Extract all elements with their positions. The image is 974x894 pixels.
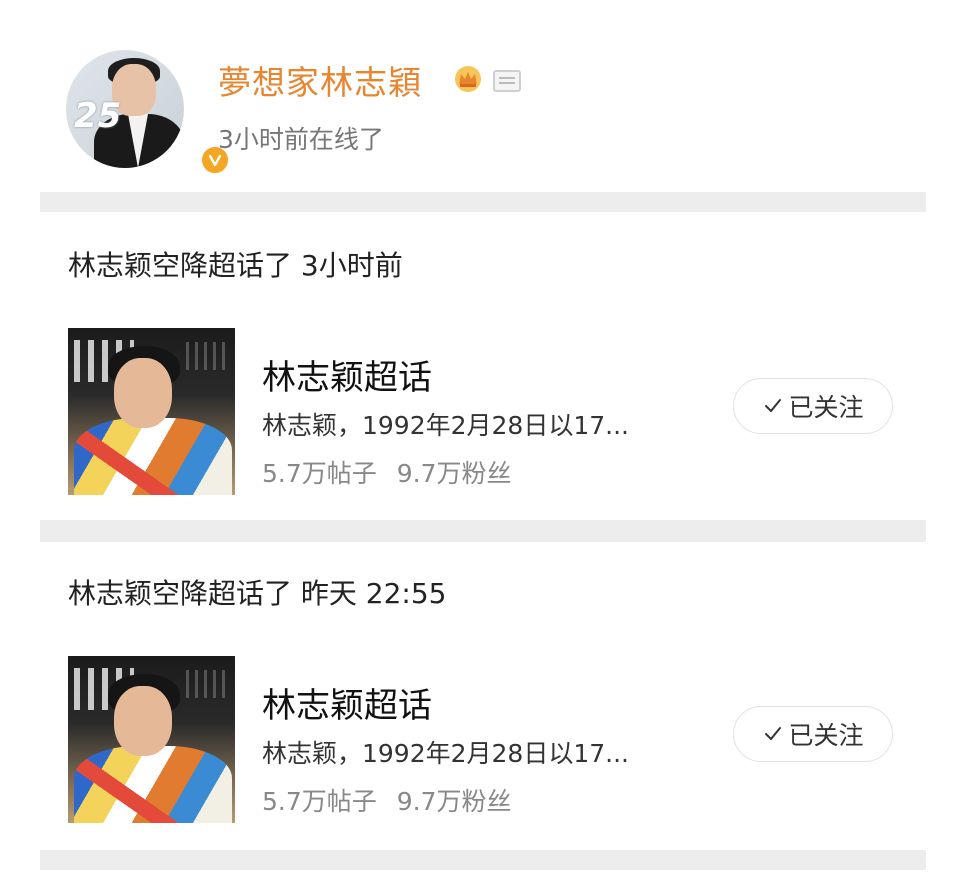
thumb-face [114,358,172,428]
posts-count: 5.7万帖子 [262,459,377,488]
activity-text: 林志颖空降超话了 昨天 22:55 [68,577,447,610]
activity-text: 林志颖空降超话了 3小时前 [68,249,403,282]
activity-card: 林志颖空降超话了 3小时前 林志颖超话 林志颖，1992年2月28日以17...… [40,214,926,514]
page: 25 夢想家林志穎 3小时前在线了 林志颖空降超话了 3小时前 林志颖超话 林志… [40,0,926,894]
section-divider [40,192,926,212]
thumb-fence-2 [186,670,230,698]
follow-button[interactable]: 已关注 [733,706,893,762]
topic-description: 林志颖，1992年2月28日以17... [262,411,629,440]
thumb-jacket [74,418,232,495]
follow-label: 已关注 [788,721,864,750]
level-icon [493,70,521,92]
topic-stats: 5.7万帖子 9.7万粉丝 [262,782,512,818]
topic-title[interactable]: 林志颖超话 [262,350,432,399]
thumb-fence-2 [186,342,230,370]
avatar[interactable]: 25 [66,50,184,168]
section-divider [40,850,926,870]
profile-header: 25 夢想家林志穎 3小时前在线了 [40,0,926,192]
avatar-badge-number: 25 [74,96,122,136]
fans-count: 9.7万粉丝 [396,459,512,488]
follow-button[interactable]: 已关注 [733,378,893,434]
topic-title[interactable]: 林志颖超话 [262,678,432,727]
activity-card: 林志颖空降超话了 昨天 22:55 林志颖超话 林志颖，1992年2月28日以1… [40,542,926,842]
topic-thumbnail[interactable] [68,328,235,495]
thumb-face [114,686,172,756]
topic-stats: 5.7万帖子 9.7万粉丝 [262,454,512,490]
check-icon [765,399,782,412]
follow-label: 已关注 [788,393,864,422]
check-icon [765,727,782,740]
thumb-jacket [74,746,232,823]
username[interactable]: 夢想家林志穎 [218,56,422,104]
section-divider [40,520,926,542]
fans-count: 9.7万粉丝 [396,787,512,816]
topic-description: 林志颖，1992年2月28日以17... [262,739,629,768]
online-status: 3小时前在线了 [218,125,384,154]
topic-thumbnail[interactable] [68,656,235,823]
posts-count: 5.7万帖子 [262,787,377,816]
crown-icon [455,66,481,92]
